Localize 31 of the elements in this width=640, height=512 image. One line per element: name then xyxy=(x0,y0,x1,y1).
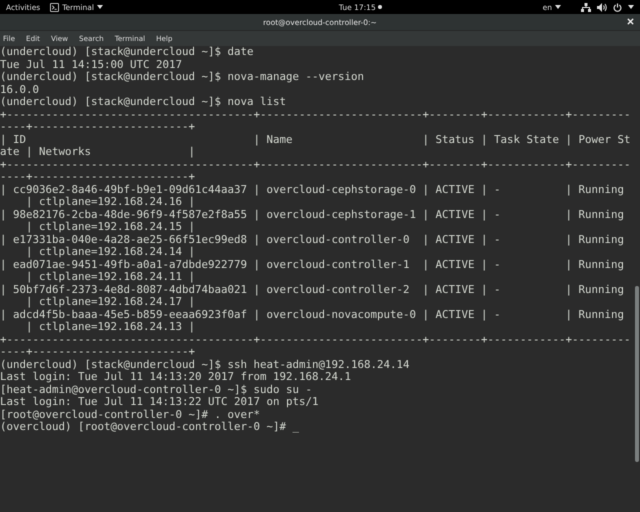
terminal-line: (undercloud) [stack@undercloud ~]$ nova-manage --version xyxy=(0,71,366,84)
terminal-line: ----+------------------------+ xyxy=(0,121,196,134)
terminal-line: | ctlplane=192.168.24.17 | xyxy=(25,296,196,308)
terminal-line: ----+------------------------+ xyxy=(0,346,196,358)
terminal-line: (undercloud) [stack@undercloud ~]$ ssh heat-admin@192.168.24.14 xyxy=(0,358,411,371)
terminal-line: | 98e82176-2cba-48de-96f9-4f587e2f8a55 | overcloud-cephstorage-1 | ACTIVE | - | Running xyxy=(0,208,626,221)
terminal-line: Last login: Tue Jul 11 14:13:20 2017 from 192.168.24.1 xyxy=(0,371,352,384)
terminal-line: | ID | Name | Status | Task State | Power St xyxy=(0,134,632,146)
terminal-line: 16.0.0 xyxy=(0,84,40,96)
terminal-line: | ead071ae-9451-49fb-a0a1-a7dbde922779 | overcloud-controller-1 | ACTIVE | - | Running xyxy=(0,258,626,271)
terminal-line: ate | Networks | xyxy=(0,146,196,158)
terminal-line: | ctlplane=192.168.24.16 | xyxy=(25,196,196,208)
terminal-line: | ctlplane=192.168.24.11 | xyxy=(25,271,196,284)
terminal-line: ----+------------------------+ xyxy=(0,171,196,184)
terminal-line: | ctlplane=192.168.24.15 | xyxy=(25,221,196,234)
terminal-line: (overcloud) [root@overcloud-controller-0 ~]# _ xyxy=(0,421,300,434)
terminal-line: [root@overcloud-controller-0 ~]# . over* xyxy=(0,408,262,421)
terminal-line: Last login: Tue Jul 11 14:13:22 UTC 2017 on pts/1 xyxy=(0,396,320,408)
terminal-line: (undercloud) [stack@undercloud ~]$ date xyxy=(0,46,255,58)
terminal-line: Tue Jul 11 14:15:00 UTC 2017 xyxy=(0,58,184,71)
terminal-line: +--------------------------------------+-------------------------+--------+------------+--------- xyxy=(0,334,632,346)
terminal-line: | ctlplane=192.168.24.13 | xyxy=(25,321,196,334)
terminal-line: | 50bf7d6f-2373-4e8d-8087-4dbd74baa021 | overcloud-controller-2 | ACTIVE | - | Running xyxy=(0,284,626,296)
terminal-line: [heat-admin@overcloud-controller-0 ~]$ sudo su - xyxy=(0,384,314,396)
terminal-line: | adcd4f5b-baaa-45e5-b859-eeaa6923f0af | overcloud-novacompute-0 | ACTIVE | - | Running xyxy=(0,308,626,321)
terminal-line: | ctlplane=192.168.24.14 | xyxy=(25,246,196,258)
terminal-line: +--------------------------------------+-------------------------+--------+------------+--------- xyxy=(0,108,632,121)
terminal-line: (undercloud) [stack@undercloud ~]$ nova list xyxy=(0,96,288,108)
terminal-line: +--------------------------------------+-------------------------+--------+------------+--------- xyxy=(0,158,632,171)
terminal-line: | e17331ba-040e-4a28-ae25-66f51ec99ed8 | overcloud-controller-0 | ACTIVE | - | Running xyxy=(0,234,626,246)
terminal-line: | cc9036e2-8a46-49bf-b9e1-09d61c44aa37 | overcloud-cephstorage-0 | ACTIVE | - | Running xyxy=(0,184,626,196)
